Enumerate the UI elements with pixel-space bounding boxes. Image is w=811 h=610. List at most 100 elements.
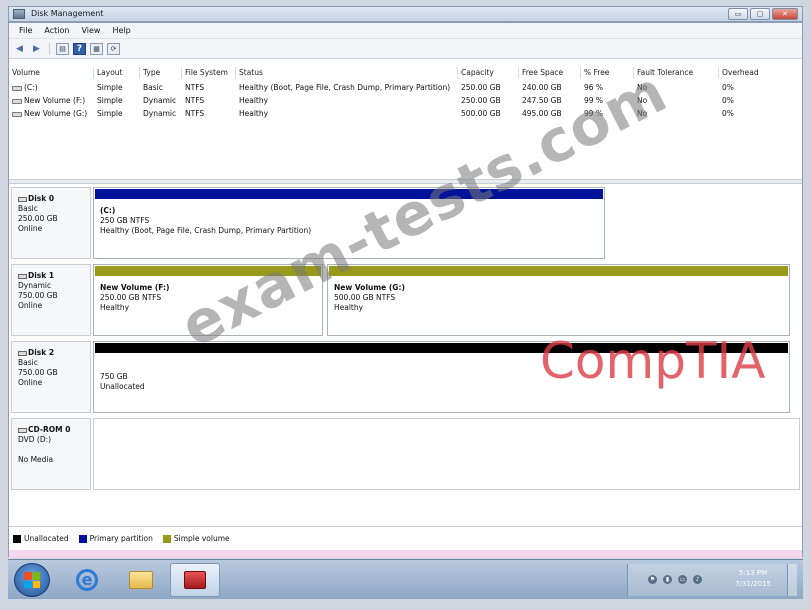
toolbar: ◀ ▶ ▤ ? ▦ ⟳ — [9, 39, 802, 59]
show-desktop-button[interactable] — [787, 564, 797, 596]
disk-name: Disk 0 — [28, 194, 55, 203]
system-tray: ⚑ ▮ ▭ ♪ 5:13 PM 7/31/2015 — [627, 564, 797, 596]
internet-explorer-icon: e — [76, 569, 98, 591]
column-divider[interactable] — [93, 67, 94, 79]
file-system-cell: NTFS — [185, 96, 205, 105]
col-volume[interactable]: Volume — [12, 68, 40, 77]
type-cell: Basic — [143, 83, 163, 92]
display-icon[interactable]: ▭ — [678, 575, 687, 584]
col-free-space[interactable]: Free Space — [522, 68, 563, 77]
file-system-cell: NTFS — [185, 83, 205, 92]
partition-detail: 250 GB NTFS — [100, 216, 150, 225]
legend-swatch — [162, 534, 171, 543]
partition-status: Healthy (Boot, Page File, Crash Dump, Pr… — [100, 226, 312, 235]
layout-cell: Simple — [97, 109, 123, 118]
partition-title: (C:) — [100, 206, 116, 215]
cdrom-label[interactable]: CD-ROM 0 DVD (D:) No Media — [11, 418, 91, 490]
status-cell: Healthy — [239, 109, 269, 118]
simple-volume-bar — [329, 266, 788, 276]
disk-size: 750.00 GB — [18, 291, 58, 300]
taskbar-computer-management[interactable] — [170, 563, 220, 597]
legend-primary-partition: Primary partition — [78, 534, 153, 543]
disk-name: Disk 1 — [28, 271, 55, 280]
disk-status: No Media — [18, 455, 54, 464]
disk-type: Basic — [18, 358, 38, 367]
col-overhead[interactable]: Overhead — [722, 68, 759, 77]
console-icon[interactable]: ▤ — [56, 42, 69, 55]
volume-name-cell: New Volume (G:) — [12, 109, 87, 118]
menu-action[interactable]: Action — [38, 26, 75, 35]
disk-0-label[interactable]: Disk 0 Basic 250.00 GB Online — [11, 187, 91, 259]
volume-row[interactable]: (C:) Simple Basic NTFS Healthy (Boot, Pa… — [9, 82, 802, 95]
maximize-button[interactable]: ▢ — [750, 8, 770, 20]
volume-name: New Volume (F:) — [24, 96, 86, 105]
volume-icon[interactable]: ♪ — [693, 575, 702, 584]
column-divider[interactable] — [518, 67, 519, 79]
legend-simple-volume: Simple volume — [162, 534, 230, 543]
disk-icon — [18, 273, 27, 279]
col-layout[interactable]: Layout — [97, 68, 123, 77]
column-divider[interactable] — [457, 67, 458, 79]
volume-name: New Volume (G:) — [24, 109, 88, 118]
status-cell: Healthy — [239, 96, 269, 105]
column-divider[interactable] — [139, 67, 140, 79]
column-divider[interactable] — [235, 67, 236, 79]
col-type[interactable]: Type — [143, 68, 160, 77]
layout-cell: Simple — [97, 83, 123, 92]
disk-icon — [18, 196, 27, 202]
volume-row[interactable]: New Volume (F:) Simple Dynamic NTFS Heal… — [9, 95, 802, 108]
disk-status: Online — [18, 224, 43, 233]
disk-type: Basic — [18, 204, 38, 213]
col-capacity[interactable]: Capacity — [461, 68, 494, 77]
help-icon[interactable]: ? — [73, 42, 86, 55]
col-percent-free[interactable]: % Free — [584, 68, 609, 77]
partition-detail: 500.00 GB NTFS — [334, 293, 396, 302]
clock[interactable]: 5:13 PM 7/31/2015 — [735, 568, 771, 590]
volume-name-cell: New Volume (F:) — [12, 96, 85, 105]
col-file-system[interactable]: File System — [185, 68, 228, 77]
menu-file[interactable]: File — [13, 26, 38, 35]
overhead-cell: 0% — [722, 96, 734, 105]
forward-arrow-icon[interactable]: ▶ — [30, 43, 43, 55]
menu-bar: File Action View Help — [9, 23, 802, 39]
toolbar-separator — [49, 42, 50, 55]
toolbox-icon — [184, 571, 206, 589]
window-title-bar[interactable]: Disk Management ▭ ▢ ✕ — [8, 6, 803, 22]
col-status[interactable]: Status — [239, 68, 263, 77]
disk-icon — [18, 350, 27, 356]
disk-2-label[interactable]: Disk 2 Basic 750.00 GB Online — [11, 341, 91, 413]
start-button[interactable] — [14, 563, 50, 597]
windows-logo-icon — [24, 572, 40, 588]
column-divider[interactable] — [181, 67, 182, 79]
back-arrow-icon[interactable]: ◀ — [13, 43, 26, 55]
drive-icon — [12, 111, 22, 117]
network-icon[interactable]: ▮ — [663, 575, 672, 584]
partition-title: New Volume (F:) — [100, 283, 170, 292]
overhead-cell: 0% — [722, 109, 734, 118]
menu-view[interactable]: View — [75, 26, 106, 35]
cdrom-icon — [18, 427, 27, 433]
legend-swatch — [13, 534, 21, 543]
disk-1-label[interactable]: Disk 1 Dynamic 750.00 GB Online — [11, 264, 91, 336]
free-space-cell: 240.00 GB — [522, 83, 562, 92]
action-center-icon[interactable]: ⚑ — [648, 575, 657, 584]
clock-date: 7/31/2015 — [735, 580, 771, 588]
minimize-button[interactable]: ▭ — [728, 8, 748, 20]
taskbar-explorer[interactable] — [116, 563, 166, 597]
menu-help[interactable]: Help — [106, 26, 136, 35]
close-button[interactable]: ✕ — [772, 8, 798, 20]
partition-g[interactable]: New Volume (G:) 500.00 GB NTFS Healthy — [327, 264, 790, 336]
properties-icon[interactable]: ▦ — [90, 42, 103, 55]
volume-row[interactable]: New Volume (G:) Simple Dynamic NTFS Heal… — [9, 108, 802, 121]
refresh-icon[interactable]: ⟳ — [107, 42, 120, 55]
column-divider[interactable] — [718, 67, 719, 79]
status-cell: Healthy (Boot, Page File, Crash Dump, Pr… — [239, 83, 451, 92]
partition-status: Healthy — [334, 303, 364, 312]
column-divider[interactable] — [580, 67, 581, 79]
taskbar-internet-explorer[interactable]: e — [62, 563, 112, 597]
capacity-cell: 250.00 GB — [461, 83, 501, 92]
overhead-cell: 0% — [722, 83, 734, 92]
disk-row-cdrom: CD-ROM 0 DVD (D:) No Media — [9, 418, 802, 490]
volume-list-header: Volume Layout Type File System Status Ca… — [9, 67, 802, 80]
legend-label: Unallocated — [24, 534, 69, 543]
